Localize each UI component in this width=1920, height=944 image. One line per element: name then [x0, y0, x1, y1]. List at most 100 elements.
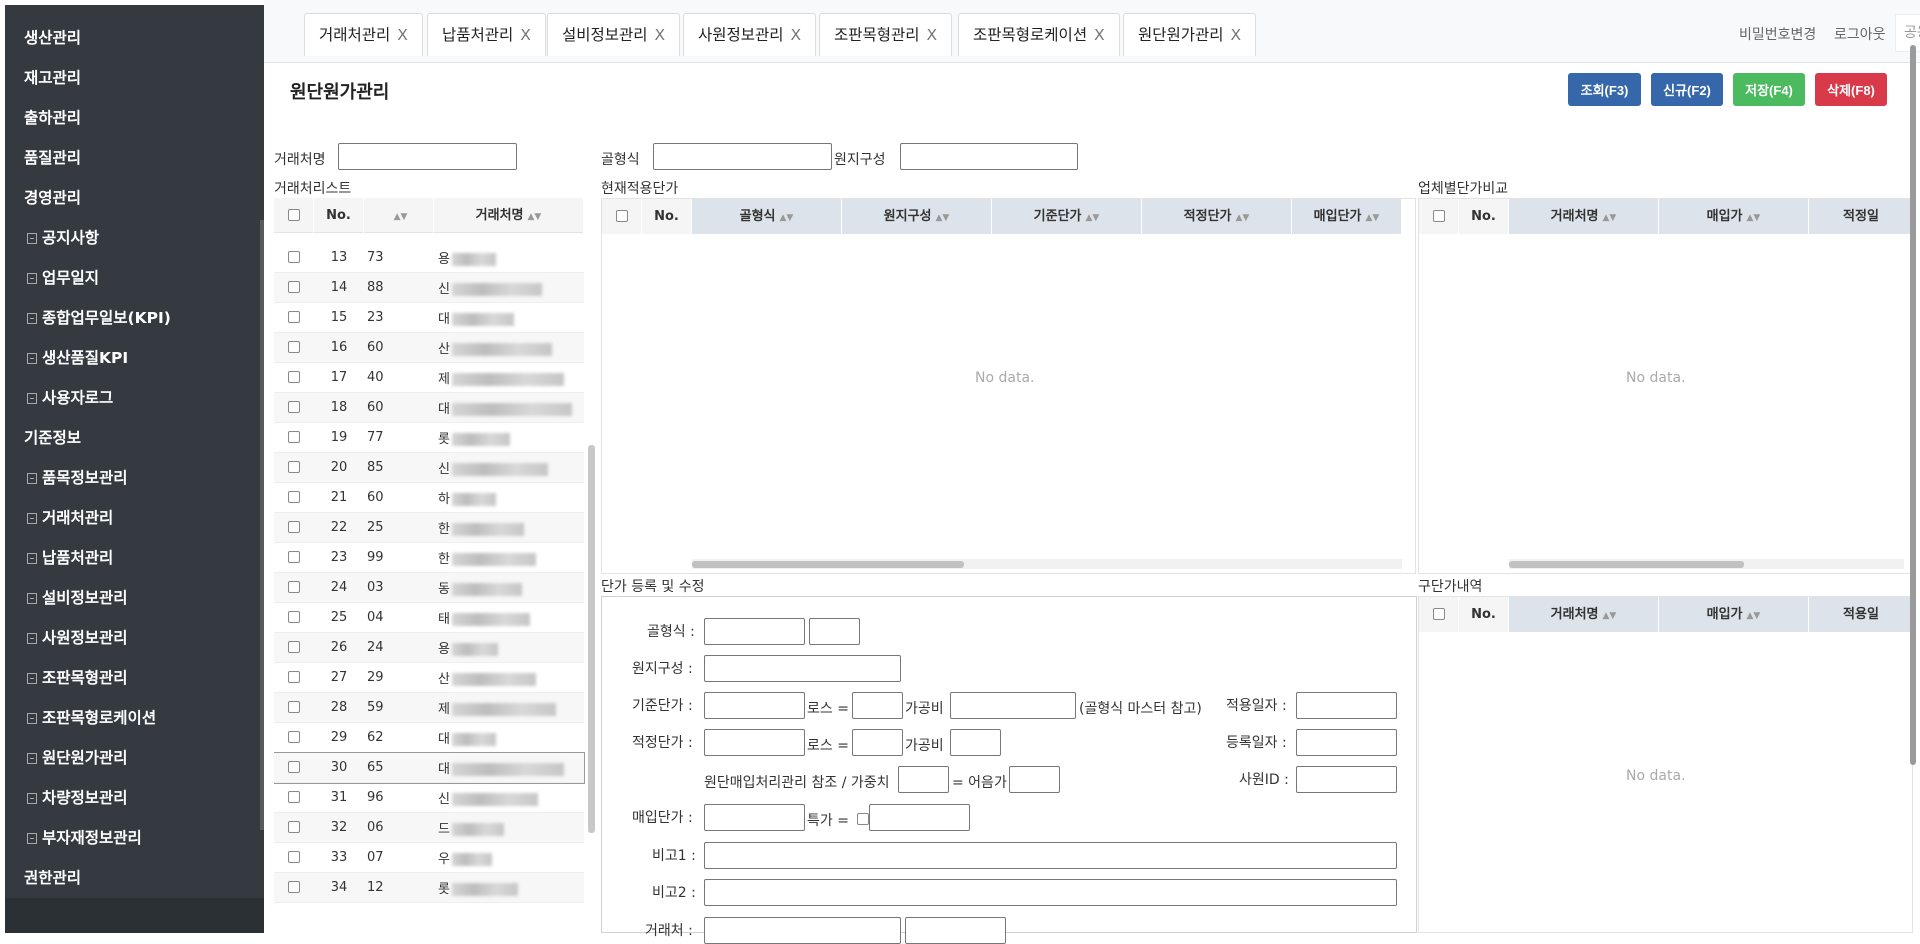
header-no[interactable]: No.	[314, 198, 364, 233]
bill-price-input[interactable]	[1009, 766, 1060, 793]
tab[interactable]: 납품처관리 X	[427, 13, 546, 56]
row-checkbox[interactable]	[274, 580, 314, 595]
paper-filter-input[interactable]	[900, 143, 1078, 170]
row-checkbox[interactable]	[274, 610, 314, 625]
sidebar-item[interactable]: 거래처관리	[27, 506, 113, 528]
paper-input[interactable]	[704, 655, 901, 682]
row-checkbox[interactable]	[274, 310, 314, 325]
tab-close-icon[interactable]: X	[927, 26, 938, 44]
select-all-checkbox[interactable]	[602, 199, 642, 234]
proper-processing-input[interactable]	[950, 729, 1001, 756]
row-checkbox[interactable]	[274, 280, 314, 295]
note2-input[interactable]	[704, 879, 1397, 906]
sidebar-item[interactable]: 종합업무일보(KPI)	[27, 306, 171, 328]
tab-close-icon[interactable]: X	[791, 26, 802, 44]
row-checkbox[interactable]	[274, 430, 314, 445]
header-no[interactable]: No.	[1459, 199, 1509, 234]
sidebar-item[interactable]: 설비정보관리	[27, 586, 128, 608]
sidebar-item[interactable]: 생산품질KPI	[27, 346, 128, 368]
header-paper[interactable]: 원지구성 ▲▼	[842, 199, 992, 234]
sidebar-item[interactable]: 경영관리	[24, 186, 81, 208]
header-flute[interactable]: 골형식 ▲▼	[692, 199, 842, 234]
tab[interactable]: 사원정보관리 X	[683, 13, 817, 56]
select-all-checkbox[interactable]	[1419, 199, 1459, 234]
purchase-price-input[interactable]	[704, 804, 805, 831]
row-checkbox[interactable]	[274, 460, 314, 475]
tab-close-icon[interactable]: X	[1231, 26, 1242, 44]
tab[interactable]: 거래처관리 X	[304, 13, 423, 56]
flute-name-input[interactable]	[809, 618, 860, 645]
client-name-field[interactable]	[905, 917, 1006, 944]
table-row[interactable]: 31 96 신	[274, 783, 584, 813]
header-no[interactable]: No.	[642, 199, 692, 234]
header-client-name[interactable]: 거래처명 ▲▼	[1509, 199, 1659, 234]
sidebar-item[interactable]: 원단원가관리	[27, 746, 128, 768]
sidebar-item[interactable]: 품목정보관리	[27, 466, 128, 488]
table-row[interactable]: 21 60 하	[274, 483, 584, 513]
row-checkbox[interactable]	[274, 340, 314, 355]
header-apply-date[interactable]: 적용일	[1809, 597, 1912, 632]
row-checkbox[interactable]	[274, 520, 314, 535]
row-checkbox[interactable]	[274, 490, 314, 505]
header-proper-price[interactable]: 적정단가 ▲▼	[1142, 199, 1292, 234]
table-row[interactable]: 33 07 우	[274, 843, 584, 873]
table-row[interactable]: 13 73 용	[274, 243, 584, 273]
horizontal-scrollbar[interactable]	[692, 559, 1402, 569]
reg-date-input[interactable]	[1296, 729, 1397, 756]
row-checkbox[interactable]	[274, 760, 314, 775]
base-loss-input[interactable]	[852, 692, 903, 719]
page-scrollbar[interactable]	[1910, 45, 1916, 765]
row-checkbox[interactable]	[274, 400, 314, 415]
proper-loss-input[interactable]	[852, 729, 903, 756]
client-name-input[interactable]	[338, 143, 517, 170]
sidebar-item[interactable]: 기준정보	[24, 426, 81, 448]
change-password-link[interactable]: 비밀번호변경	[1739, 24, 1816, 44]
proper-price-input[interactable]	[704, 729, 805, 756]
table-row[interactable]: 18 60 대	[274, 393, 584, 423]
sidebar-item[interactable]: 공지사항	[27, 226, 99, 248]
delete-button[interactable]: 삭제(F8)	[1815, 73, 1887, 106]
row-checkbox[interactable]	[274, 700, 314, 715]
flute-filter-input[interactable]	[653, 143, 832, 170]
row-checkbox[interactable]	[274, 250, 314, 265]
table-row[interactable]: 14 88 신	[274, 273, 584, 303]
sidebar-item[interactable]: 권한관리	[24, 866, 81, 888]
sidebar-item[interactable]: 차량정보관리	[27, 786, 128, 808]
select-all-checkbox[interactable]	[1419, 597, 1459, 632]
sidebar-item[interactable]: 부자재정보관리	[27, 826, 142, 848]
client-code-input[interactable]	[704, 917, 901, 944]
sidebar-item[interactable]: 사용자로그	[27, 386, 113, 408]
table-row[interactable]: 27 29 산	[274, 663, 584, 693]
tab-close-icon[interactable]: X	[520, 26, 531, 44]
table-row[interactable]: 16 60 산	[274, 333, 584, 363]
horizontal-scrollbar[interactable]	[1509, 559, 1904, 569]
special-price-input[interactable]	[869, 804, 970, 831]
base-processing-input[interactable]	[950, 692, 1076, 719]
select-all-checkbox[interactable]	[274, 198, 314, 233]
tab-close-icon[interactable]: X	[655, 26, 666, 44]
new-button[interactable]: 신규(F2)	[1651, 73, 1723, 106]
weight-input[interactable]	[898, 766, 949, 793]
table-row[interactable]: 15 23 대	[274, 303, 584, 333]
tab[interactable]: 조판목형로케이션 X	[958, 13, 1120, 56]
user-field[interactable]: 공용	[1895, 14, 1920, 52]
table-row[interactable]: 23 99 한	[274, 543, 584, 573]
sidebar-item[interactable]: 업무일지	[27, 266, 99, 288]
apply-date-input[interactable]	[1296, 692, 1397, 719]
tab-close-icon[interactable]: X	[397, 26, 408, 44]
sidebar-item[interactable]: 생산관리	[24, 26, 81, 48]
sidebar-item[interactable]: 조판목형로케이션	[27, 706, 156, 728]
flute-input[interactable]	[704, 618, 805, 645]
logout-link[interactable]: 로그아웃	[1834, 24, 1886, 44]
sidebar-item[interactable]: 사원정보관리	[27, 626, 128, 648]
table-row[interactable]: 25 04 태	[274, 603, 584, 633]
row-checkbox[interactable]	[274, 640, 314, 655]
table-row[interactable]: 28 59 제	[274, 693, 584, 723]
client-list-scrollbar[interactable]	[588, 445, 595, 833]
header-base-price[interactable]: 기준단가 ▲▼	[992, 199, 1142, 234]
table-row[interactable]: 32 06 드	[274, 813, 584, 843]
table-row[interactable]: 22 25 한	[274, 513, 584, 543]
row-checkbox[interactable]	[274, 730, 314, 745]
header-client-name[interactable]: 거래처명 ▲▼	[1509, 597, 1659, 632]
sidebar-item[interactable]: 조판목형관리	[27, 666, 128, 688]
